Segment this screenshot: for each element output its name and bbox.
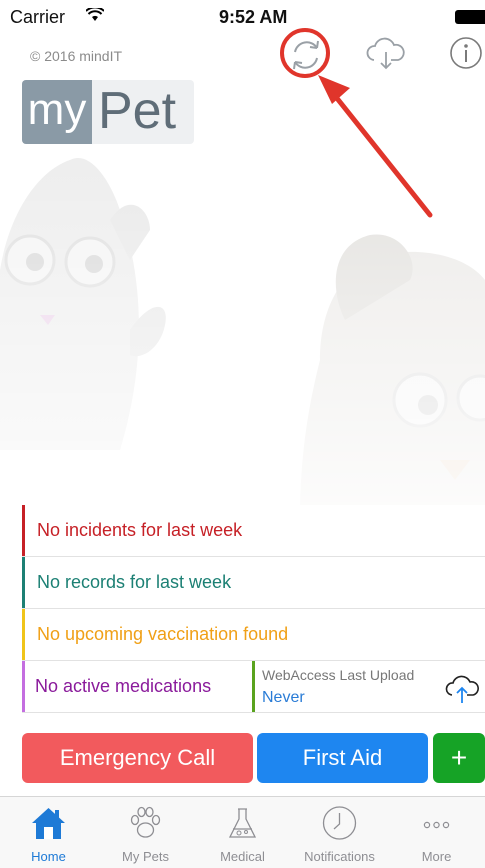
records-text: No records for last week	[37, 572, 232, 592]
tab-home-label: Home	[31, 849, 66, 864]
tab-notifications[interactable]: Notifications	[291, 797, 388, 868]
medications-color-bar	[22, 661, 25, 712]
medications-text: No active medications	[35, 676, 212, 696]
incidents-color-bar	[22, 505, 25, 556]
tab-notifications-label: Notifications	[304, 849, 375, 864]
incidents-text: No incidents for last week	[37, 520, 243, 540]
tab-my-pets[interactable]: My Pets	[97, 797, 194, 868]
info-icon[interactable]	[449, 36, 483, 70]
vaccination-text: No upcoming vaccination found	[37, 624, 289, 644]
vaccination-row[interactable]: No upcoming vaccination found	[22, 609, 485, 661]
wifi-icon	[86, 8, 104, 21]
records-color-bar	[22, 557, 25, 608]
webaccess-cell[interactable]: WebAccess Last Upload Never	[252, 661, 485, 712]
status-bar: Carrier 9:52 AM	[0, 0, 485, 30]
cloud-upload-icon[interactable]	[445, 671, 479, 705]
records-row[interactable]: No records for last week	[22, 557, 485, 609]
webaccess-color-bar	[252, 661, 255, 712]
tab-medical[interactable]: Medical	[194, 797, 291, 868]
emergency-call-button[interactable]: Emergency Call	[22, 733, 253, 783]
first-aid-button[interactable]: First Aid	[257, 733, 428, 783]
copyright-label: © 2016 mindIT	[30, 48, 123, 64]
add-button[interactable]: +	[433, 733, 485, 783]
webaccess-label: WebAccess Last Upload	[262, 667, 415, 683]
logo-pet: Pet	[98, 82, 177, 140]
annotation-arrow	[318, 75, 433, 218]
summary-list: No incidents for last week No records fo…	[22, 505, 485, 713]
home-icon	[32, 808, 65, 839]
more-icon	[423, 821, 450, 829]
medications-webaccess-row: No active medications WebAccess Last Upl…	[22, 661, 485, 713]
mypet-logo: my Pet	[22, 80, 194, 144]
vaccination-color-bar	[22, 609, 25, 660]
clock-icon	[322, 806, 357, 840]
tab-my-pets-label: My Pets	[122, 849, 169, 864]
tab-medical-label: Medical	[220, 849, 265, 864]
status-time: 9:52 AM	[219, 7, 288, 27]
cloud-download-icon[interactable]	[366, 36, 406, 70]
tab-more[interactable]: More	[388, 797, 485, 868]
incidents-row[interactable]: No incidents for last week	[22, 505, 485, 557]
paw-icon	[130, 806, 161, 838]
battery-icon	[455, 10, 485, 24]
webaccess-value: Never	[262, 689, 305, 706]
tab-more-label: More	[421, 849, 452, 864]
carrier-label: Carrier	[10, 7, 66, 27]
tab-home[interactable]: Home	[0, 797, 97, 868]
medical-flask-icon	[228, 808, 257, 838]
logo-my: my	[22, 80, 92, 144]
tab-bar: Home My Pets Medical Notifications More	[0, 796, 485, 868]
medications-cell[interactable]: No active medications	[22, 661, 252, 712]
